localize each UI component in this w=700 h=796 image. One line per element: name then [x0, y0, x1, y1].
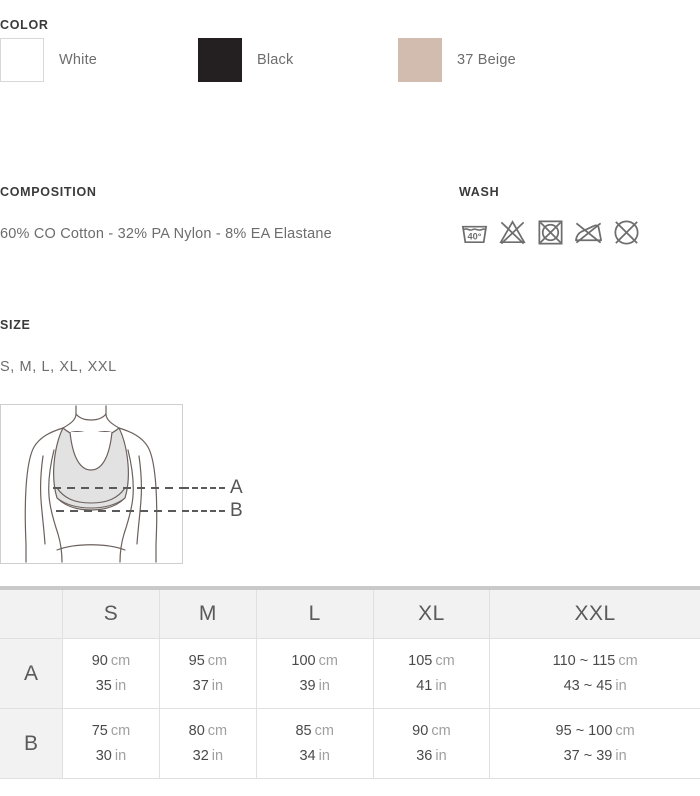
- table-header-s: S: [62, 588, 160, 639]
- cell-cm-unit: cm: [207, 722, 228, 739]
- size-list: S, M, L, XL, XXL: [0, 359, 117, 375]
- cell-in-value: 35: [95, 677, 112, 694]
- cell-cm-value: 95: [188, 652, 205, 669]
- callout-letter-a: A: [230, 477, 243, 498]
- cell-in-value: 37: [192, 677, 209, 694]
- cell-b-s: 75 cm 30 in: [62, 708, 160, 779]
- color-option-beige[interactable]: 37 Beige: [398, 38, 598, 82]
- composition-text: 60% CO Cotton - 32% PA Nylon - 8% EA Ela…: [0, 226, 332, 242]
- cell-cm-value: 85: [295, 722, 312, 739]
- cell-cm-value: 95 ~ 100: [555, 722, 613, 739]
- cell-in-unit: in: [615, 747, 627, 764]
- color-swatch-row: White Black 37 Beige: [0, 38, 700, 82]
- color-label-white: White: [59, 52, 98, 68]
- cell-in-value: 32: [192, 747, 209, 764]
- diagram-callouts: A B: [183, 404, 303, 564]
- cell-cm-unit: cm: [618, 652, 638, 669]
- cell-in-unit: in: [318, 747, 330, 764]
- wash-40-degrees-icon: 40°: [461, 225, 488, 244]
- cell-cm-value: 110 ~ 115: [552, 652, 616, 669]
- table-header-m: M: [159, 588, 257, 639]
- cell-cm-value: 75: [91, 722, 108, 739]
- cell-cm-value: 105: [408, 652, 433, 669]
- table-corner-cell: [0, 588, 63, 639]
- cell-cm-unit: cm: [435, 652, 455, 669]
- cell-in-value: 39: [299, 677, 316, 694]
- cell-cm-unit: cm: [431, 722, 451, 739]
- measurement-diagram: A B: [0, 404, 243, 564]
- do-not-bleach-icon: [499, 220, 526, 245]
- color-label-beige: 37 Beige: [457, 52, 516, 68]
- cell-in-unit: in: [318, 677, 330, 694]
- table-row: A 90 cm 35 in 95 cm 37 in 100 cm 39 in 105 cm 4…: [0, 638, 700, 709]
- cell-a-m: 95 cm 37 in: [159, 638, 257, 709]
- body-figure-illustration: [24, 405, 183, 563]
- cell-a-s: 90 cm 35 in: [62, 638, 160, 709]
- table-row: B 75 cm 30 in 80 cm 32 in 85 cm 34 in 90 cm 36 i…: [0, 708, 700, 779]
- cell-cm-value: 90: [91, 652, 108, 669]
- cell-cm-unit: cm: [207, 652, 228, 669]
- cell-in-value: 34: [299, 747, 316, 764]
- cell-in-value: 37 ~ 39: [563, 747, 613, 764]
- cell-in-unit: in: [211, 747, 224, 764]
- cell-in-value: 30: [95, 747, 112, 764]
- do-not-tumble-dry-icon: [538, 220, 563, 245]
- table-header-l: L: [256, 588, 374, 639]
- cell-cm-unit: cm: [314, 722, 334, 739]
- cell-in-unit: in: [435, 747, 447, 764]
- color-swatch-beige[interactable]: [398, 38, 442, 82]
- cell-cm-value: 90: [412, 722, 429, 739]
- cell-a-l: 100 cm 39 in: [256, 638, 374, 709]
- cell-in-unit: in: [114, 677, 127, 694]
- cell-in-unit: in: [211, 677, 224, 694]
- cell-in-unit: in: [615, 677, 627, 694]
- wash-heading: WASH: [459, 185, 500, 199]
- cell-cm-unit: cm: [615, 722, 635, 739]
- cell-b-l: 85 cm 34 in: [256, 708, 374, 779]
- cell-a-xxl: 110 ~ 115 cm 43 ~ 45 in: [489, 638, 700, 709]
- cell-cm-value: 100: [291, 652, 316, 669]
- color-option-white[interactable]: White: [0, 38, 198, 82]
- cell-cm-unit: cm: [110, 722, 131, 739]
- composition-heading: COMPOSITION: [0, 185, 97, 199]
- do-not-iron-icon: [575, 222, 602, 244]
- cell-cm-unit: cm: [318, 652, 338, 669]
- wash-care-icons: 40°: [459, 217, 642, 248]
- table-header-row: S M L XL XXL: [0, 588, 700, 639]
- color-swatch-white[interactable]: [0, 38, 44, 82]
- cell-a-xl: 105 cm 41 in: [373, 638, 491, 709]
- svg-text:40°: 40°: [468, 231, 482, 241]
- color-swatch-black[interactable]: [198, 38, 242, 82]
- cell-cm-unit: cm: [110, 652, 131, 669]
- color-heading: COLOR: [0, 18, 49, 32]
- cell-b-m: 80 cm 32 in: [159, 708, 257, 779]
- callout-letter-b: B: [230, 500, 243, 521]
- color-option-black[interactable]: Black: [198, 38, 398, 82]
- cell-cm-value: 80: [188, 722, 205, 739]
- callout-line-b: [183, 510, 225, 512]
- cell-in-unit: in: [435, 677, 447, 694]
- color-label-black: Black: [257, 52, 294, 68]
- size-heading: SIZE: [0, 318, 31, 332]
- size-chart-table: S M L XL XXL A 90 cm 35 in 95 cm 37 in 100 cm…: [0, 586, 700, 779]
- cell-in-value: 43 ~ 45: [563, 677, 613, 694]
- cell-in-unit: in: [114, 747, 127, 764]
- do-not-dry-clean-icon: [614, 220, 639, 245]
- callout-line-a: [183, 487, 225, 489]
- cell-in-value: 41: [416, 677, 433, 694]
- row-label-b: B: [0, 708, 63, 779]
- table-header-xl: XL: [373, 588, 491, 639]
- row-label-a: A: [0, 638, 63, 709]
- cell-b-xl: 90 cm 36 in: [373, 708, 491, 779]
- table-header-xxl: XXL: [489, 588, 700, 639]
- cell-in-value: 36: [416, 747, 433, 764]
- cell-b-xxl: 95 ~ 100 cm 37 ~ 39 in: [489, 708, 700, 779]
- color-section: COLOR: [0, 18, 700, 32]
